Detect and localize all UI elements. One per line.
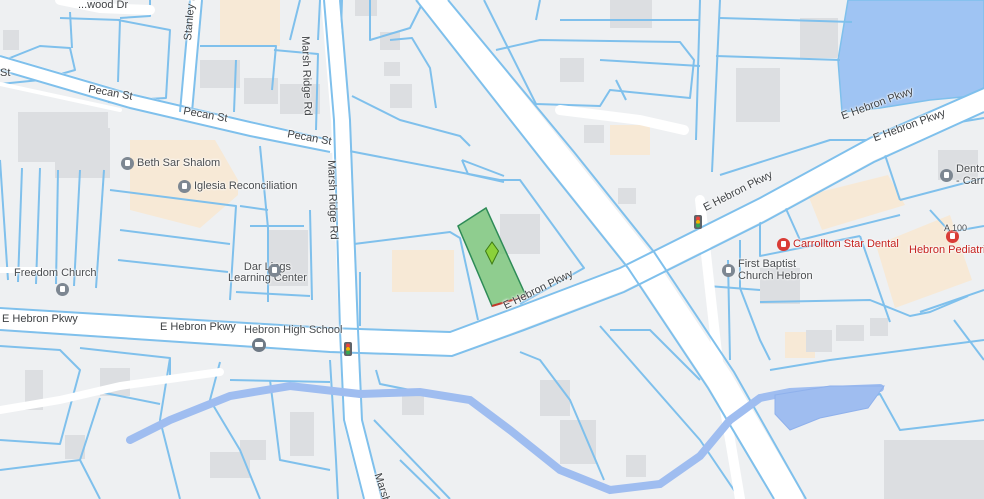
street-label-wood: ...wood Dr	[78, 0, 129, 11]
place-hebron-pediatrics[interactable]: Hebron Pediatrics	[909, 230, 984, 256]
place-pin-icon	[268, 264, 281, 277]
place-label: - Carroll	[956, 175, 984, 187]
map-view[interactable]: ...wood Dr Stanley Dr St Pecan St Pecan …	[0, 0, 984, 499]
place-pin-icon	[56, 283, 69, 296]
traffic-light-icon	[344, 342, 352, 356]
place-label: Freedom Church	[14, 267, 97, 279]
medical-pin-icon	[777, 238, 790, 251]
school-icon[interactable]	[252, 338, 266, 357]
street-label-st: St	[0, 67, 11, 79]
place-label: Hebron Pediatrics	[909, 244, 984, 256]
place-first-baptist[interactable]: First Baptist Church Hebron	[722, 258, 813, 282]
place-label: Hebron High School	[244, 324, 343, 336]
place-iglesia[interactable]: Iglesia Reconciliation	[178, 180, 297, 193]
place-denton[interactable]: Denton C - Carroll	[940, 163, 984, 187]
place-pin-icon	[940, 168, 953, 182]
street-label-hebron-west: E Hebron Pkwy	[2, 313, 78, 325]
place-freedom-church[interactable]: Freedom Church	[14, 268, 97, 296]
place-pin-darlings	[268, 264, 281, 277]
street-label-marsh-ridge-top: Marsh Ridge Rd	[299, 35, 314, 116]
traffic-light-icon	[694, 215, 702, 229]
place-label: Carrollton Star Dental	[793, 238, 899, 250]
place-carrollton-star-dental[interactable]: Carrollton Star Dental	[777, 238, 899, 251]
place-label: Church Hebron	[738, 270, 813, 282]
place-suite: A 100	[944, 223, 968, 233]
place-label: Denton C	[956, 163, 984, 175]
street-label-hebron-mid: E Hebron Pkwy	[160, 321, 236, 333]
place-hebron-high[interactable]: Hebron High School	[244, 325, 342, 336]
place-label: First Baptist	[738, 258, 797, 270]
place-beth-sar-shalom[interactable]: Beth Sar Shalom	[121, 157, 220, 170]
street-label-marsh-ridge-mid: Marsh Ridge Rd	[325, 159, 340, 240]
property-marker-icon[interactable]	[484, 241, 500, 265]
place-pin-icon	[121, 157, 134, 170]
place-pin-icon	[178, 180, 191, 193]
place-label: Beth Sar Shalom	[137, 157, 221, 169]
place-pin-icon	[722, 263, 735, 277]
place-label: Iglesia Reconciliation	[194, 180, 298, 192]
